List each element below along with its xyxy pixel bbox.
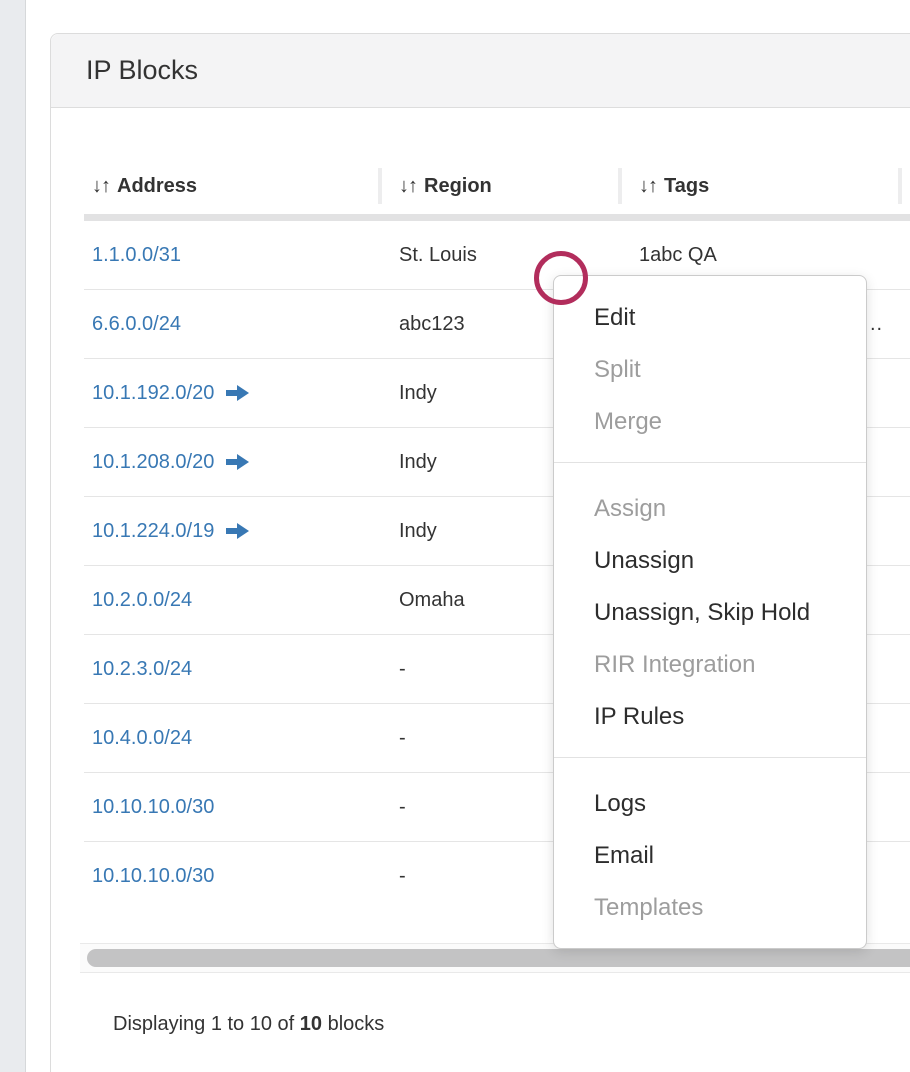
- pagination-prefix: Displaying 1 to 10 of: [113, 1013, 300, 1035]
- menu-item-unassign-skip-hold[interactable]: Unassign, Skip Hold: [554, 587, 866, 639]
- menu-item-split: Split: [554, 344, 866, 396]
- column-header-address[interactable]: ↓↑ Address: [84, 158, 378, 214]
- ip-address-link[interactable]: 10.10.10.0/30: [92, 796, 214, 819]
- extra-cell: [898, 359, 910, 427]
- ip-address-text: 10.1.224.0/19: [92, 520, 214, 543]
- extra-cell: [898, 497, 910, 565]
- region-text: St. Louis: [399, 244, 477, 267]
- menu-item-assign: Assign: [554, 483, 866, 535]
- ip-address-link[interactable]: 10.4.0.0/24: [92, 727, 192, 750]
- panel-title: IP Blocks: [86, 55, 198, 86]
- extra-cell: [898, 704, 910, 772]
- ip-address-text: 10.10.10.0/30: [92, 796, 214, 819]
- column-header-region[interactable]: ↓↑ Region: [378, 158, 618, 214]
- address-cell: 10.1.224.0/19: [84, 497, 378, 565]
- assigned-arrow-icon: [226, 523, 249, 539]
- address-cell: 10.1.208.0/20: [84, 428, 378, 496]
- ip-address-text: 10.4.0.0/24: [92, 727, 192, 750]
- table-header-underline: [84, 214, 910, 221]
- panel-header: IP Blocks: [51, 34, 910, 108]
- column-header-label: Tags: [664, 175, 709, 198]
- ip-address-text: 10.10.10.0/30: [92, 865, 214, 888]
- ip-address-text: 10.1.208.0/20: [92, 451, 214, 474]
- region-text: Indy: [399, 520, 437, 543]
- extra-cell: [898, 428, 910, 496]
- assigned-arrow-icon: [226, 385, 249, 401]
- region-text: -: [399, 865, 406, 888]
- ip-address-link[interactable]: 10.1.192.0/20: [92, 382, 249, 405]
- sort-icon: ↓↑: [92, 175, 110, 198]
- menu-item-ip-rules[interactable]: IP Rules: [554, 691, 866, 743]
- extra-cell: [898, 842, 910, 911]
- ip-address-text: 10.1.192.0/20: [92, 382, 214, 405]
- menu-item-unassign[interactable]: Unassign: [554, 535, 866, 587]
- ip-address-text: 6.6.0.0/24: [92, 313, 181, 336]
- context-menu: EditSplitMergeAssignUnassignUnassign, Sk…: [553, 275, 867, 949]
- menu-item-logs[interactable]: Logs: [554, 778, 866, 830]
- address-cell: 1.1.0.0/31: [84, 221, 378, 289]
- ip-address-link[interactable]: 10.2.3.0/24: [92, 658, 192, 681]
- ip-address-text: 10.2.3.0/24: [92, 658, 192, 681]
- table-header-row: ↓↑ Address ↓↑ Region ↓↑ Tags: [84, 158, 910, 214]
- ip-address-link[interactable]: 10.2.0.0/24: [92, 589, 192, 612]
- region-text: abc123: [399, 313, 465, 336]
- ip-address-link[interactable]: 6.6.0.0/24: [92, 313, 181, 336]
- column-header-extra: [898, 158, 910, 214]
- region-text: Indy: [399, 451, 437, 474]
- extra-cell: [898, 773, 910, 841]
- ip-address-text: 10.2.0.0/24: [92, 589, 192, 612]
- menu-item-merge: Merge: [554, 396, 866, 448]
- address-cell: 6.6.0.0/24: [84, 290, 378, 358]
- extra-cell: [898, 221, 910, 289]
- ip-address-link[interactable]: 10.10.10.0/30: [92, 865, 214, 888]
- column-header-tags[interactable]: ↓↑ Tags: [618, 158, 898, 214]
- column-header-label: Address: [117, 175, 197, 198]
- menu-section: EditSplitMerge: [554, 276, 866, 462]
- address-cell: 10.2.0.0/24: [84, 566, 378, 634]
- ip-address-link[interactable]: 1.1.0.0/31: [92, 244, 181, 267]
- page-left-gutter: [0, 0, 26, 1072]
- extra-cell: [898, 635, 910, 703]
- ip-address-link[interactable]: 10.1.224.0/19: [92, 520, 249, 543]
- extra-cell: [898, 566, 910, 634]
- column-separator: [378, 168, 382, 204]
- region-text: -: [399, 796, 406, 819]
- column-separator: [618, 168, 622, 204]
- menu-item-email[interactable]: Email: [554, 830, 866, 882]
- sort-icon: ↓↑: [639, 175, 657, 198]
- address-cell: 10.1.192.0/20: [84, 359, 378, 427]
- tags-text: ..: [870, 313, 883, 336]
- region-text: Omaha: [399, 589, 465, 612]
- address-cell: 10.2.3.0/24: [84, 635, 378, 703]
- pagination-suffix: blocks: [322, 1013, 384, 1035]
- menu-item-templates: Templates: [554, 882, 866, 934]
- region-text: Indy: [399, 382, 437, 405]
- tags-text: 1abc QA: [639, 244, 717, 267]
- region-text: -: [399, 658, 406, 681]
- address-cell: 10.10.10.0/30: [84, 773, 378, 841]
- menu-section: AssignUnassignUnassign, Skip HoldRIR Int…: [554, 462, 866, 757]
- menu-item-edit[interactable]: Edit: [554, 292, 866, 344]
- address-cell: 10.10.10.0/30: [84, 842, 378, 911]
- assigned-arrow-icon: [226, 454, 249, 470]
- column-header-label: Region: [424, 175, 492, 198]
- horizontal-scrollbar-thumb[interactable]: [87, 949, 910, 967]
- menu-section: LogsEmailTemplates: [554, 757, 866, 948]
- pagination-summary: Displaying 1 to 10 of 10 blocks: [113, 1013, 910, 1036]
- menu-item-rir-integration: RIR Integration: [554, 639, 866, 691]
- extra-cell: [898, 290, 910, 358]
- ip-address-link[interactable]: 10.1.208.0/20: [92, 451, 249, 474]
- ip-address-text: 1.1.0.0/31: [92, 244, 181, 267]
- column-separator: [898, 168, 902, 204]
- sort-icon: ↓↑: [399, 175, 417, 198]
- pagination-count: 10: [300, 1013, 322, 1035]
- cursor-click-indicator: [534, 251, 588, 305]
- address-cell: 10.4.0.0/24: [84, 704, 378, 772]
- region-text: -: [399, 727, 406, 750]
